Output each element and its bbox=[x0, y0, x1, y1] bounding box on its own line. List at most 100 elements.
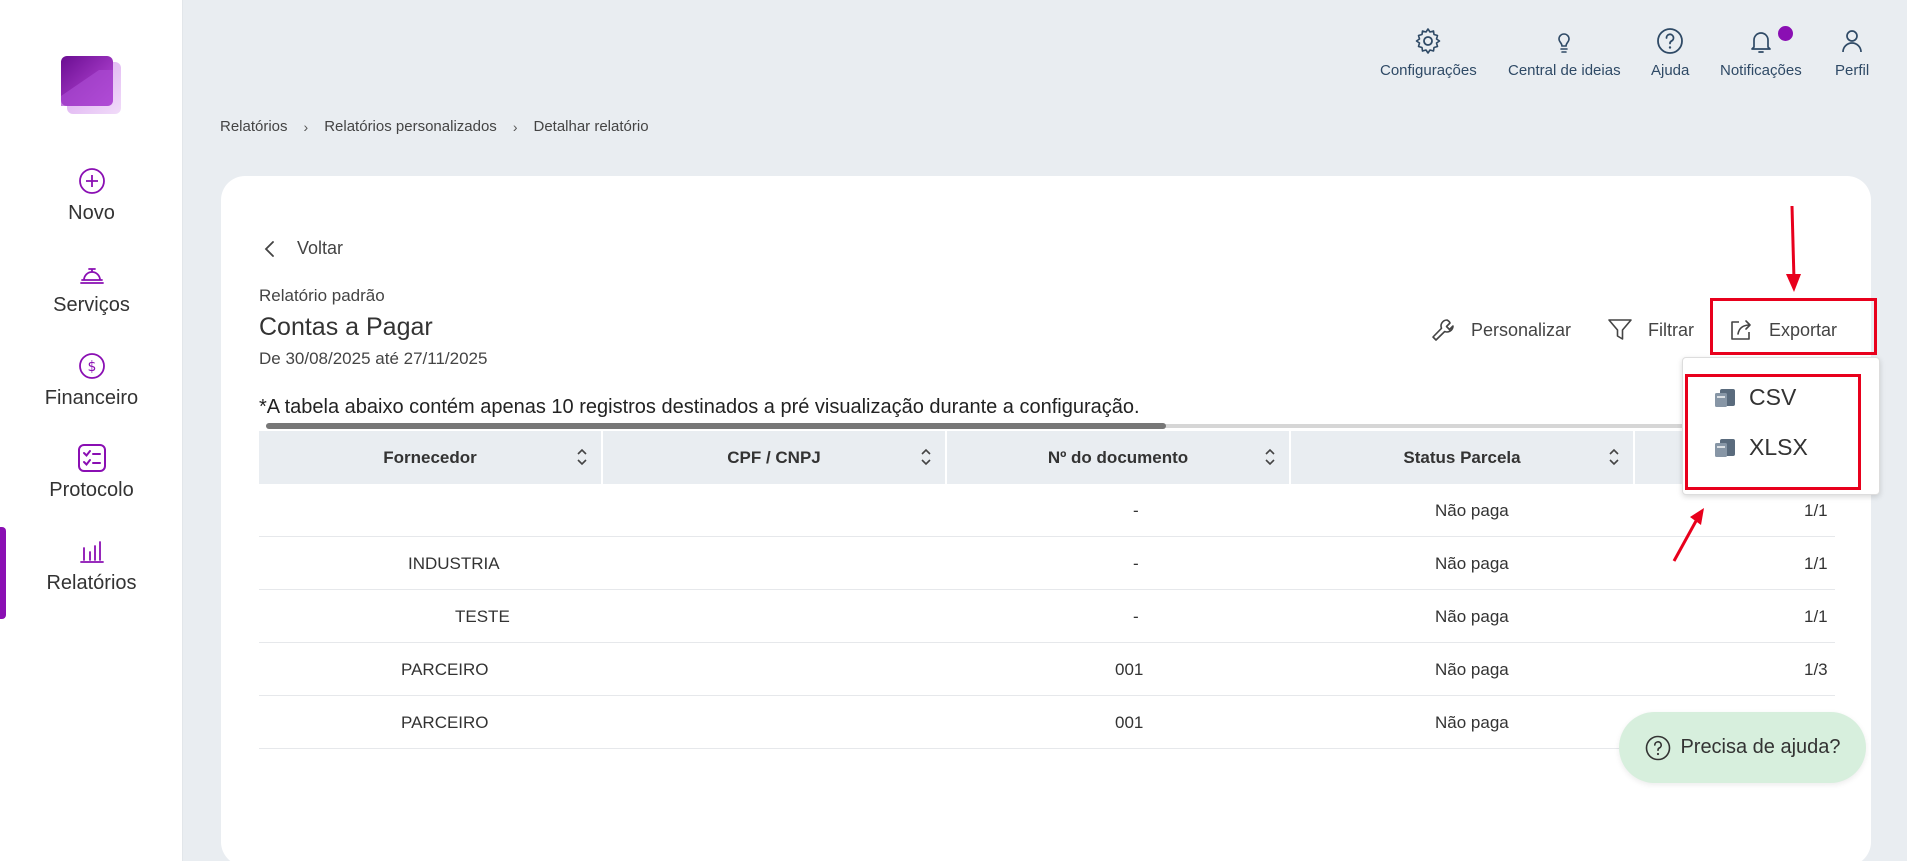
cell-parcela: 1/3 bbox=[1804, 660, 1828, 679]
breadcrumb: Relatórios › Relatórios personalizados ›… bbox=[220, 118, 649, 135]
ideas-button[interactable]: Central de ideias bbox=[1508, 26, 1621, 79]
back-label: Voltar bbox=[297, 238, 344, 258]
cell-fornecedor: PARCEIRO bbox=[401, 713, 489, 732]
preview-note: *A tabela abaixo contém apenas 10 regist… bbox=[259, 396, 1140, 418]
table-row[interactable]: PARCEIRO 001 Não paga 1/3 bbox=[259, 696, 1835, 749]
sort-icon bbox=[577, 448, 587, 466]
column-label: CPF / CNPJ bbox=[727, 447, 821, 467]
cell-documento: - bbox=[1133, 501, 1139, 520]
settings-button[interactable]: Configurações bbox=[1380, 26, 1477, 79]
cell-status: Não paga bbox=[1435, 607, 1509, 626]
svg-text:$: $ bbox=[87, 359, 96, 375]
help-chat-button[interactable]: Precisa de ajuda? bbox=[1619, 712, 1866, 783]
customize-label: Personalizar bbox=[1471, 319, 1572, 340]
profile-button[interactable]: Perfil bbox=[1835, 26, 1869, 79]
sort-icon bbox=[921, 448, 931, 466]
export-xlsx-option[interactable]: XLSX bbox=[1713, 434, 1808, 461]
column-header-documento[interactable]: Nº do documento bbox=[947, 431, 1291, 484]
table-header: Fornecedor CPF / CNPJ Nº do documento St… bbox=[259, 431, 1869, 484]
sort-icon bbox=[1609, 448, 1619, 466]
lightbulb-icon bbox=[1558, 33, 1571, 53]
cell-fornecedor: PARCEIRO bbox=[401, 660, 489, 679]
cell-status: Não paga bbox=[1435, 501, 1509, 520]
report-subtitle: Relatório padrão bbox=[259, 286, 385, 305]
table-row[interactable]: INDUSTRIA - Não paga 1/1 bbox=[259, 537, 1835, 590]
filter-icon bbox=[1608, 319, 1632, 340]
sidebar-item-financeiro[interactable]: $ Financeiro bbox=[0, 351, 183, 435]
notifications-label: Notificações bbox=[1720, 62, 1802, 79]
cell-fornecedor: TESTE bbox=[455, 607, 510, 626]
dollar-circle-icon: $ bbox=[78, 353, 105, 379]
file-icon bbox=[1715, 388, 1735, 407]
option-label: XLSX bbox=[1749, 434, 1808, 460]
export-csv-option[interactable]: CSV bbox=[1713, 384, 1796, 411]
sidebar-item-label: Protocolo bbox=[49, 479, 134, 501]
cell-parcela: 1/1 bbox=[1804, 607, 1828, 626]
option-label: CSV bbox=[1749, 384, 1797, 410]
column-label: Status Parcela bbox=[1403, 447, 1521, 467]
export-button[interactable]: Exportar bbox=[1727, 312, 1837, 348]
sidebar: Novo Serviços $ Financeiro Protocolo Rel… bbox=[0, 0, 183, 861]
user-icon bbox=[1842, 30, 1862, 53]
wrench-icon bbox=[1432, 319, 1454, 341]
chevron-left-icon bbox=[264, 240, 274, 257]
cell-status: Não paga bbox=[1435, 660, 1509, 679]
sidebar-item-label: Financeiro bbox=[44, 387, 139, 409]
customize-button[interactable]: Personalizar bbox=[1429, 312, 1571, 348]
sidebar-item-novo[interactable]: Novo bbox=[0, 166, 183, 250]
app-logo[interactable] bbox=[59, 56, 121, 114]
back-button[interactable]: Voltar bbox=[261, 238, 343, 259]
cell-status: Não paga bbox=[1435, 554, 1509, 573]
filter-label: Filtrar bbox=[1648, 319, 1694, 340]
settings-label: Configurações bbox=[1380, 62, 1477, 79]
table-row[interactable]: - Não paga 1/1 bbox=[259, 484, 1835, 537]
chevron-right-icon: › bbox=[303, 118, 309, 135]
column-header-cpf-cnpj[interactable]: CPF / CNPJ bbox=[603, 431, 947, 484]
chevron-right-icon: › bbox=[512, 118, 518, 135]
table-row[interactable]: PARCEIRO 001 Não paga 1/3 bbox=[259, 643, 1835, 696]
help-circle-icon bbox=[1646, 735, 1671, 760]
cell-status: Não paga bbox=[1435, 713, 1509, 732]
bar-chart-icon bbox=[79, 541, 104, 563]
cell-documento: 001 bbox=[1115, 713, 1144, 732]
breadcrumb-item[interactable]: Relatórios personalizados bbox=[324, 118, 497, 135]
column-label: Fornecedor bbox=[383, 447, 477, 467]
help-top-button[interactable]: Ajuda bbox=[1651, 26, 1689, 79]
cell-documento: 001 bbox=[1115, 660, 1144, 679]
export-dropdown: CSV XLSX bbox=[1682, 357, 1880, 495]
cell-documento: - bbox=[1133, 554, 1139, 573]
cell-documento: - bbox=[1133, 607, 1139, 626]
plus-circle-icon bbox=[78, 168, 105, 194]
sidebar-item-label: Relatórios bbox=[46, 572, 137, 594]
help-circle-icon bbox=[1657, 28, 1684, 54]
profile-label: Perfil bbox=[1835, 62, 1870, 79]
export-label: Exportar bbox=[1769, 319, 1838, 340]
cell-fornecedor: INDUSTRIA bbox=[408, 554, 500, 573]
page-title: Contas a Pagar bbox=[259, 313, 433, 341]
sidebar-item-relatorios[interactable]: Relatórios bbox=[0, 536, 183, 620]
share-export-icon bbox=[1731, 320, 1751, 340]
help-top-label: Ajuda bbox=[1651, 62, 1690, 79]
sidebar-item-servicos[interactable]: Serviços bbox=[0, 258, 183, 342]
ideas-label: Central de ideias bbox=[1508, 62, 1621, 79]
file-icon bbox=[1715, 438, 1735, 457]
service-bell-icon bbox=[79, 268, 104, 284]
sidebar-item-protocolo[interactable]: Protocolo bbox=[0, 443, 183, 527]
gear-icon bbox=[1416, 28, 1441, 54]
table-row[interactable]: TESTE - Não paga 1/1 bbox=[259, 590, 1835, 643]
column-label: Nº do documento bbox=[1047, 447, 1189, 467]
filter-button[interactable]: Filtrar bbox=[1606, 312, 1694, 348]
notification-badge bbox=[1778, 26, 1793, 41]
notifications-button[interactable]: Notificações bbox=[1720, 26, 1802, 79]
checklist-icon bbox=[77, 444, 106, 472]
report-period: De 30/08/2025 até 27/11/2025 bbox=[259, 349, 488, 368]
sidebar-item-label: Novo bbox=[68, 202, 115, 224]
help-label: Precisa de ajuda? bbox=[1680, 736, 1841, 758]
column-header-status[interactable]: Status Parcela bbox=[1291, 431, 1635, 484]
breadcrumb-item[interactable]: Relatórios bbox=[220, 118, 288, 135]
sort-icon bbox=[1265, 448, 1275, 466]
column-header-fornecedor[interactable]: Fornecedor bbox=[259, 431, 603, 484]
sidebar-item-label: Serviços bbox=[53, 294, 130, 316]
breadcrumb-current: Detalhar relatório bbox=[533, 118, 649, 135]
horizontal-scrollbar[interactable] bbox=[266, 423, 1166, 429]
